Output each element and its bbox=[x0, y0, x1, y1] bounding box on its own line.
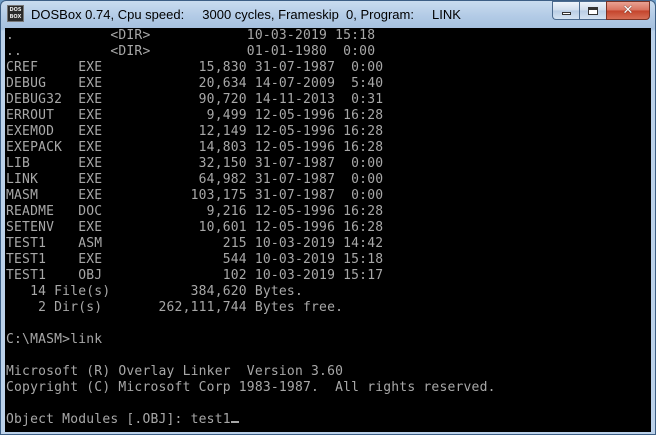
console-line: SETENV EXE 10,601 12-05-1996 16:28 bbox=[6, 220, 383, 236]
text-cursor bbox=[230, 421, 239, 423]
console-line-text: EXEPACK EXE 14,803 12-05-1996 16:28 bbox=[6, 140, 384, 155]
console-line: EXEPACK EXE 14,803 12-05-1996 16:28 bbox=[6, 140, 383, 156]
console-line: Copyright (C) Microsoft Corp 1983-1987. … bbox=[6, 380, 496, 396]
minimize-icon bbox=[561, 12, 571, 15]
dosbox-app-icon[interactable]: DOS BOX bbox=[7, 5, 24, 22]
console-line-text: Copyright (C) Microsoft Corp 1983-1987. … bbox=[6, 380, 496, 395]
console-line: . <DIR> 10-03-2019 15:18 bbox=[6, 28, 375, 44]
window-title: DOSBox 0.74, Cpu speed: 3000 cycles, Fra… bbox=[31, 7, 461, 22]
console-line-text: CREF EXE 15,830 31-07-1987 0:00 bbox=[6, 60, 384, 75]
dos-console-screen[interactable]: . <DIR> 10-03-2019 15:18.. <DIR> 01-01-1… bbox=[5, 28, 651, 432]
console-line-text: C:\MASM>link bbox=[6, 332, 103, 347]
console-line: Microsoft (R) Overlay Linker Version 3.6… bbox=[6, 364, 343, 380]
console-line-text: TEST1 OBJ 102 10-03-2019 15:17 bbox=[6, 268, 384, 283]
console-line-text: SETENV EXE 10,601 12-05-1996 16:28 bbox=[6, 220, 384, 235]
close-button[interactable]: ✕ bbox=[606, 1, 650, 20]
console-line: 14 File(s) 384,620 Bytes. bbox=[6, 284, 303, 300]
console-line: DEBUG EXE 20,634 14-07-2009 5:40 bbox=[6, 76, 383, 92]
console-line-text: Microsoft (R) Overlay Linker Version 3.6… bbox=[6, 364, 344, 379]
minimize-button[interactable] bbox=[552, 1, 579, 20]
console-line: C:\MASM>link bbox=[6, 332, 102, 348]
console-line-text: DEBUG EXE 20,634 14-07-2009 5:40 bbox=[6, 76, 384, 91]
console-line: TEST1 EXE 544 10-03-2019 15:18 bbox=[6, 252, 383, 268]
console-line: .. <DIR> 01-01-1980 0:00 bbox=[6, 44, 375, 60]
console-line: ERROUT EXE 9,499 12-05-1996 16:28 bbox=[6, 108, 383, 124]
console-line-text: Object Modules [.OBJ]: test1 bbox=[6, 412, 231, 427]
console-line-text: . <DIR> 10-03-2019 15:18 bbox=[6, 28, 376, 43]
console-line: README DOC 9,216 12-05-1996 16:28 bbox=[6, 204, 383, 220]
console-line: EXEMOD EXE 12,149 12-05-1996 16:28 bbox=[6, 124, 383, 140]
console-line-text: EXEMOD EXE 12,149 12-05-1996 16:28 bbox=[6, 124, 384, 139]
console-line-text: TEST1 EXE 544 10-03-2019 15:18 bbox=[6, 252, 384, 267]
console-line: Object Modules [.OBJ]: test1 bbox=[6, 412, 239, 428]
console-line: DEBUG32 EXE 90,720 14-11-2013 0:31 bbox=[6, 92, 383, 108]
console-line-text: 14 File(s) 384,620 Bytes. bbox=[6, 284, 303, 299]
console-line-text: MASM EXE 103,175 31-07-1987 0:00 bbox=[6, 188, 384, 203]
close-icon: ✕ bbox=[622, 3, 634, 18]
console-line: LIB EXE 32,150 31-07-1987 0:00 bbox=[6, 156, 383, 172]
console-line: TEST1 ASM 215 10-03-2019 14:42 bbox=[6, 236, 383, 252]
console-line-text: 2 Dir(s) 262,111,744 Bytes free. bbox=[6, 300, 344, 315]
console-line: LINK EXE 64,982 31-07-1987 0:00 bbox=[6, 172, 383, 188]
dosbox-window: DOS BOX DOSBox 0.74, Cpu speed: 3000 cyc… bbox=[0, 0, 656, 435]
console-line-text: LINK EXE 64,982 31-07-1987 0:00 bbox=[6, 172, 384, 187]
title-bar[interactable]: DOS BOX DOSBox 0.74, Cpu speed: 3000 cyc… bbox=[1, 1, 655, 28]
console-line-text: TEST1 ASM 215 10-03-2019 14:42 bbox=[6, 236, 384, 251]
window-controls: ✕ bbox=[552, 1, 650, 21]
console-line-text: README DOC 9,216 12-05-1996 16:28 bbox=[6, 204, 384, 219]
console-line-text: ERROUT EXE 9,499 12-05-1996 16:28 bbox=[6, 108, 384, 123]
console-line: MASM EXE 103,175 31-07-1987 0:00 bbox=[6, 188, 383, 204]
console-line-text: .. <DIR> 01-01-1980 0:00 bbox=[6, 44, 376, 59]
console-line: TEST1 OBJ 102 10-03-2019 15:17 bbox=[6, 268, 383, 284]
app-icon-text-top: DOS bbox=[9, 7, 22, 13]
console-line-text: DEBUG32 EXE 90,720 14-11-2013 0:31 bbox=[6, 92, 384, 107]
console-line: 2 Dir(s) 262,111,744 Bytes free. bbox=[6, 300, 343, 316]
app-icon-text-bottom: BOX bbox=[9, 14, 22, 20]
maximize-icon bbox=[588, 6, 598, 15]
maximize-button[interactable] bbox=[579, 1, 606, 20]
console-line-text: LIB EXE 32,150 31-07-1987 0:00 bbox=[6, 156, 384, 171]
console-line: CREF EXE 15,830 31-07-1987 0:00 bbox=[6, 60, 383, 76]
